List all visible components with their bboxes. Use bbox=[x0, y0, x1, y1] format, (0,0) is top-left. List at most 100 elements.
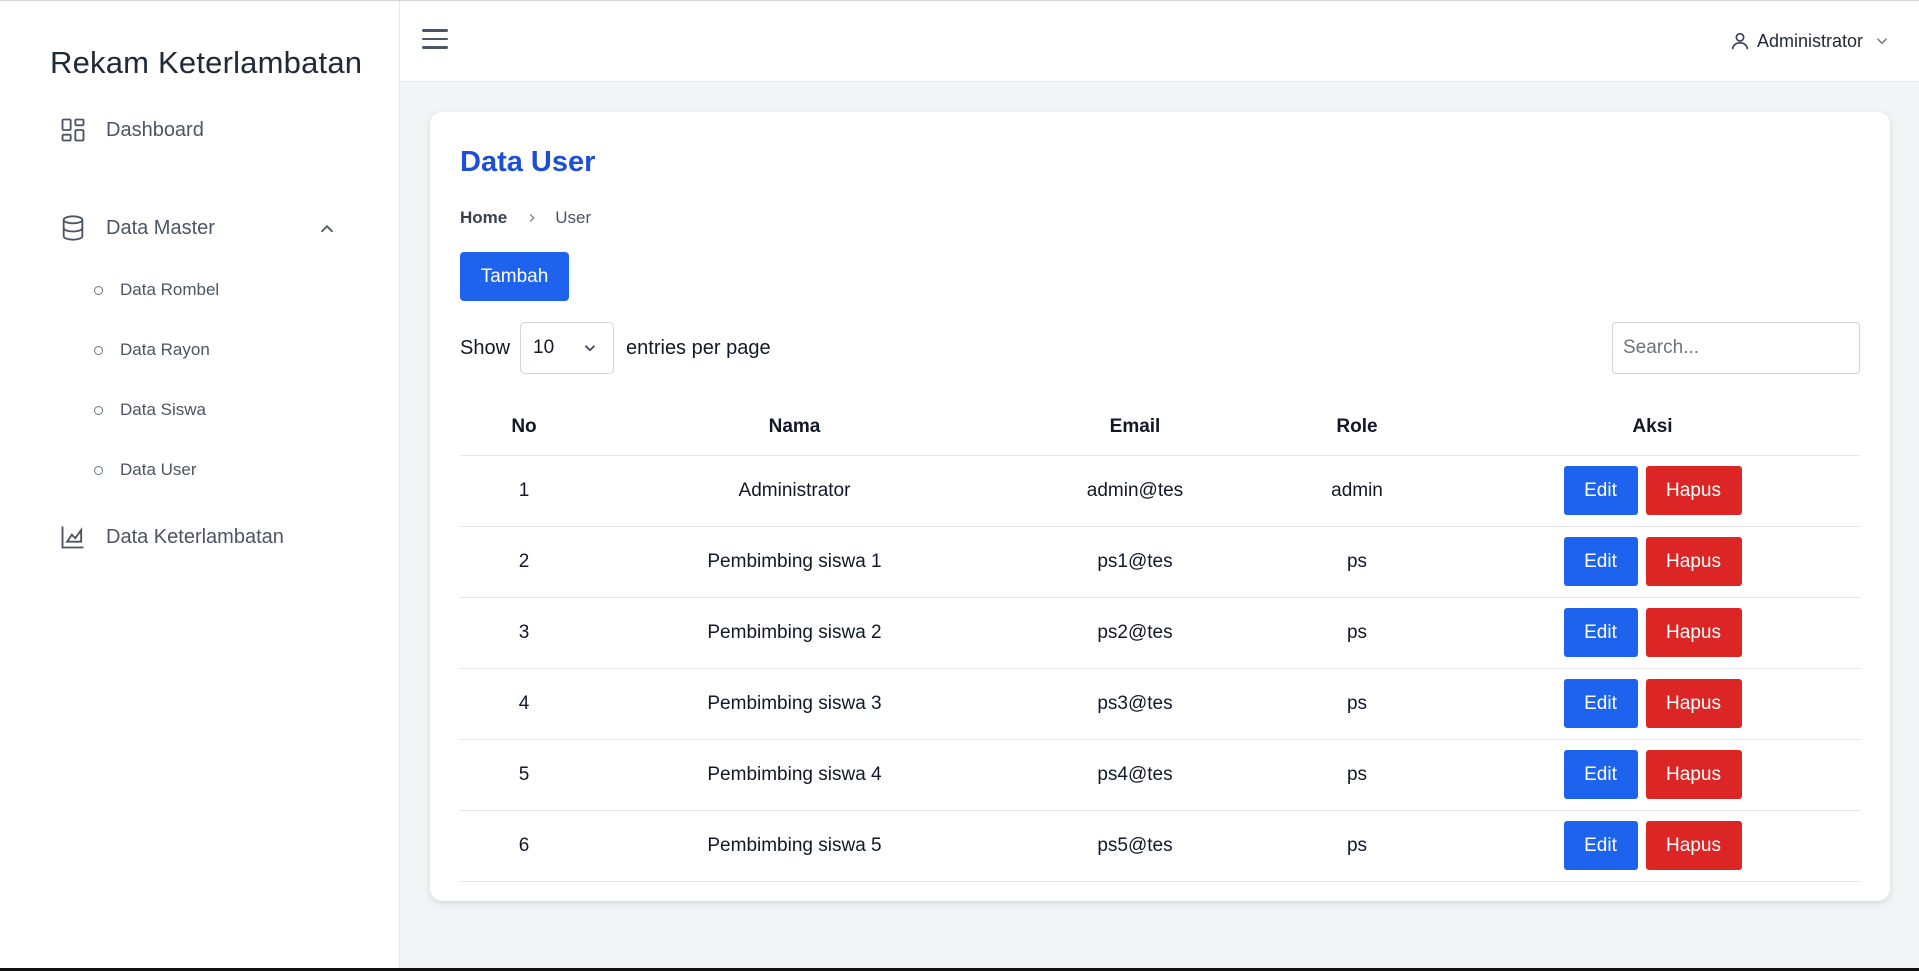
cell-role: ps bbox=[1269, 597, 1445, 669]
bullet-icon bbox=[94, 465, 103, 475]
sidebar-item-dashboard[interactable]: Dashboard bbox=[58, 115, 204, 145]
app-brand[interactable]: Rekam Keterlambatan bbox=[50, 45, 362, 81]
breadcrumb-home-link[interactable]: Home bbox=[460, 208, 507, 228]
cell-email: ps1@tes bbox=[1001, 526, 1269, 598]
cell-nama: Pembimbing siswa 1 bbox=[588, 526, 1001, 598]
delete-button[interactable]: Hapus bbox=[1645, 821, 1742, 870]
table-row: 5 Pembimbing siswa 4 ps4@tes ps Edit Hapu… bbox=[460, 739, 1860, 811]
cell-no: 2 bbox=[460, 526, 588, 598]
bullet-icon bbox=[94, 345, 103, 355]
sidebar-subitem-data-rayon[interactable]: Data Rayon bbox=[94, 340, 210, 360]
sidebar-item-data-master[interactable]: Data Master bbox=[58, 213, 215, 243]
delete-button[interactable]: Hapus bbox=[1645, 537, 1742, 586]
chart-area-icon bbox=[58, 522, 88, 552]
edit-button[interactable]: Edit bbox=[1563, 537, 1638, 586]
table-row: 3 Pembimbing siswa 2 ps2@tes ps Edit Hapu… bbox=[460, 597, 1860, 669]
breadcrumb-current: User bbox=[555, 208, 592, 227]
menu-toggle-icon[interactable] bbox=[422, 29, 448, 51]
cell-aksi: Edit Hapus bbox=[1445, 597, 1860, 669]
entries-control: Show 10 entries per page bbox=[460, 322, 771, 374]
cell-nama: Pembimbing siswa 4 bbox=[588, 739, 1001, 811]
cell-email: ps5@tes bbox=[1001, 810, 1269, 882]
sidebar-subitem-data-user[interactable]: Data User bbox=[94, 460, 197, 480]
sidebar-subitem-label: Data Rombel bbox=[120, 280, 220, 299]
add-user-button[interactable]: Tambah bbox=[460, 252, 569, 301]
bullet-icon bbox=[94, 285, 103, 295]
cell-no: 1 bbox=[460, 455, 588, 527]
sidebar-subitem-label: Data User bbox=[120, 460, 197, 479]
cell-role: ps bbox=[1269, 739, 1445, 811]
bullet-icon bbox=[94, 405, 103, 415]
sidebar-item-label: Data Master bbox=[106, 216, 215, 239]
user-icon bbox=[1731, 32, 1749, 50]
edit-button[interactable]: Edit bbox=[1563, 466, 1638, 515]
edit-button[interactable]: Edit bbox=[1563, 679, 1638, 728]
cell-role: ps bbox=[1269, 810, 1445, 882]
column-header-role[interactable]: Role bbox=[1269, 400, 1445, 456]
table-header-row: No Nama Email Role Aksi bbox=[460, 400, 1860, 456]
cell-no: 3 bbox=[460, 597, 588, 669]
chevron-down-icon bbox=[584, 345, 596, 352]
entries-value: 10 bbox=[533, 337, 555, 358]
user-name: Administrator bbox=[1756, 30, 1863, 51]
cell-email: ps4@tes bbox=[1001, 739, 1269, 811]
sidebar-subitem-data-rombel[interactable]: Data Rombel bbox=[94, 280, 219, 300]
cell-nama: Administrator bbox=[588, 455, 1001, 527]
cell-no: 5 bbox=[460, 739, 588, 811]
cell-role: admin bbox=[1269, 455, 1445, 527]
search-input[interactable] bbox=[1612, 322, 1860, 374]
entries-per-page-select[interactable]: 10 bbox=[520, 322, 615, 374]
cell-aksi: Edit Hapus bbox=[1445, 668, 1860, 740]
users-table: No Nama Email Role Aksi 1 Administrator … bbox=[460, 400, 1860, 882]
chevron-up-icon[interactable] bbox=[316, 218, 338, 240]
page-title: Data User bbox=[460, 146, 596, 178]
delete-button[interactable]: Hapus bbox=[1645, 608, 1742, 657]
sidebar-item-data-keterlambatan[interactable]: Data Keterlambatan bbox=[58, 522, 284, 552]
cell-nama: Pembimbing siswa 5 bbox=[588, 810, 1001, 882]
cell-aksi: Edit Hapus bbox=[1445, 455, 1860, 527]
sidebar-subitem-label: Data Rayon bbox=[120, 340, 210, 359]
cell-nama: Pembimbing siswa 2 bbox=[588, 597, 1001, 669]
table-row: 4 Pembimbing siswa 3 ps3@tes ps Edit Hapu… bbox=[460, 668, 1860, 740]
cell-email: admin@tes bbox=[1001, 455, 1269, 527]
table-row: 2 Pembimbing siswa 1 ps1@tes ps Edit Hapu… bbox=[460, 526, 1860, 598]
cell-aksi: Edit Hapus bbox=[1445, 739, 1860, 811]
cell-aksi: Edit Hapus bbox=[1445, 810, 1860, 882]
column-header-email[interactable]: Email bbox=[1001, 400, 1269, 456]
edit-button[interactable]: Edit bbox=[1563, 821, 1638, 870]
chevron-down-icon bbox=[1877, 38, 1887, 45]
database-icon bbox=[58, 213, 88, 243]
sidebar-item-label: Dashboard bbox=[106, 118, 204, 141]
dashboard-grid-icon bbox=[58, 115, 88, 145]
top-header: Administrator bbox=[400, 1, 1919, 82]
sidebar: Rekam Keterlambatan Dashboard Data Maste… bbox=[0, 1, 400, 968]
sidebar-subitem-data-siswa[interactable]: Data Siswa bbox=[94, 400, 206, 420]
cell-email: ps2@tes bbox=[1001, 597, 1269, 669]
cell-role: ps bbox=[1269, 668, 1445, 740]
cell-aksi: Edit Hapus bbox=[1445, 526, 1860, 598]
column-header-nama[interactable]: Nama bbox=[588, 400, 1001, 456]
delete-button[interactable]: Hapus bbox=[1645, 466, 1742, 515]
show-label: Show bbox=[460, 336, 511, 359]
cell-email: ps3@tes bbox=[1001, 668, 1269, 740]
content-card: Data User Home User Tambah Show 10 entri… bbox=[430, 112, 1890, 901]
cell-nama: Pembimbing siswa 3 bbox=[588, 668, 1001, 740]
table-row: 1 Administrator admin@tes admin Edit Hapu… bbox=[460, 455, 1860, 527]
sidebar-subitem-label: Data Siswa bbox=[120, 400, 206, 419]
breadcrumb: Home User bbox=[460, 208, 591, 228]
entries-suffix-label: entries per page bbox=[626, 336, 771, 359]
edit-button[interactable]: Edit bbox=[1563, 608, 1638, 657]
chevron-right-icon bbox=[525, 211, 539, 225]
delete-button[interactable]: Hapus bbox=[1645, 679, 1742, 728]
table-row: 6 Pembimbing siswa 5 ps5@tes ps Edit Hapu… bbox=[460, 810, 1860, 882]
column-header-no[interactable]: No bbox=[460, 400, 588, 456]
column-header-aksi: Aksi bbox=[1445, 400, 1860, 456]
delete-button[interactable]: Hapus bbox=[1645, 750, 1742, 799]
cell-no: 4 bbox=[460, 668, 588, 740]
app-window: Rekam Keterlambatan Dashboard Data Maste… bbox=[0, 0, 1919, 971]
cell-role: ps bbox=[1269, 526, 1445, 598]
edit-button[interactable]: Edit bbox=[1563, 750, 1638, 799]
cell-no: 6 bbox=[460, 810, 588, 882]
sidebar-item-label: Data Keterlambatan bbox=[106, 525, 284, 548]
user-menu[interactable]: Administrator bbox=[1729, 29, 1891, 53]
